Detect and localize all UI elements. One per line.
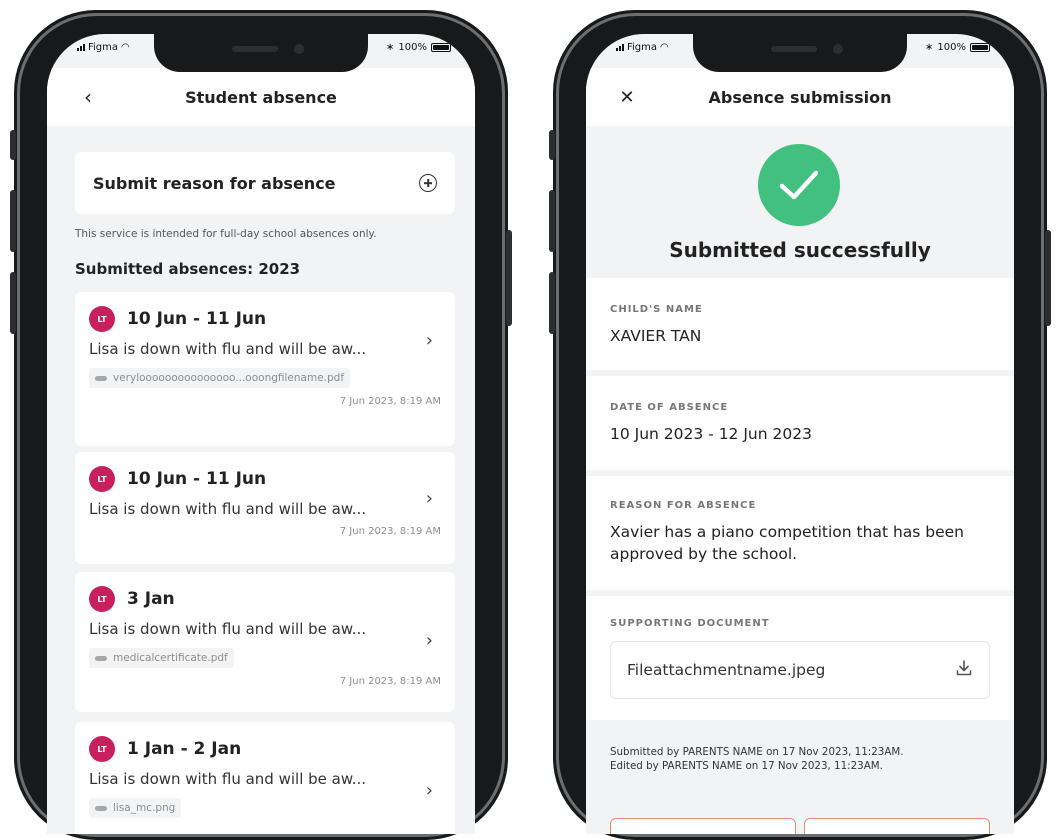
- attachment-icon: [95, 375, 107, 381]
- add-circle-icon: [419, 174, 437, 192]
- absence-dates: 1 Jan - 2 Jan: [127, 739, 242, 759]
- reason-label: REASON FOR ABSENCE: [610, 500, 757, 511]
- power-button: [506, 230, 512, 326]
- withdraw-button[interactable]: [804, 818, 990, 834]
- attachment-icon: [95, 655, 107, 661]
- power-button: [1045, 230, 1051, 326]
- left-phone-frame: Figma ◠ ∗ 100% ‹ Student absence Submit …: [10, 10, 512, 840]
- avatar: LT: [89, 306, 115, 332]
- close-icon[interactable]: ✕: [614, 84, 640, 110]
- attachment-chip: lisa_mc.png: [89, 798, 182, 818]
- absence-dates: 3 Jan: [127, 589, 175, 609]
- absence-reason: Lisa is down with flu and will be aw...: [89, 620, 367, 638]
- chevron-right-icon: ›: [425, 488, 433, 509]
- carrier-label: Figma: [627, 42, 658, 53]
- absence-card[interactable]: LT 10 Jun - 11 Jun › Lisa is down with f…: [75, 292, 455, 446]
- supporting-document-label: SUPPORTING DOCUMENT: [610, 618, 770, 629]
- absence-card[interactable]: LT 1 Jan - 2 Jan › Lisa is down with flu…: [75, 722, 455, 834]
- attachment-filename: verylooooooooooooooo...ooongfilename.pdf: [113, 372, 345, 384]
- attachment-icon: [95, 805, 107, 811]
- battery-icon: [970, 43, 990, 52]
- nav-bar: ✕ Absence submission: [586, 68, 1014, 126]
- submit-reason-card[interactable]: Submit reason for absence: [75, 152, 455, 214]
- child-name-section: CHILD'S NAME XAVIER TAN: [586, 278, 1014, 370]
- right-phone-frame: Figma ◠ ∗ 100% ✕ Absence submission Subm…: [549, 10, 1051, 840]
- page-title: Absence submission: [708, 87, 892, 107]
- wifi-icon: ◠: [660, 42, 669, 53]
- edit-button[interactable]: [610, 818, 796, 834]
- chevron-right-icon: ›: [425, 330, 433, 351]
- back-icon[interactable]: ‹: [75, 84, 101, 110]
- volume-up-button: [549, 190, 555, 252]
- attachment-filename: lisa_mc.png: [113, 802, 176, 814]
- battery-percent: 100%: [937, 42, 966, 53]
- section-heading: Submitted absences: 2023: [75, 260, 301, 278]
- download-icon[interactable]: [955, 659, 973, 681]
- success-message: Submitted successfully: [669, 238, 931, 262]
- submit-reason-label: Submit reason for absence: [93, 173, 336, 193]
- date-of-absence-section: DATE OF ABSENCE 10 Jun 2023 - 12 Jun 202…: [586, 376, 1014, 470]
- volume-up-button: [10, 190, 16, 252]
- date-of-absence-label: DATE OF ABSENCE: [610, 402, 729, 413]
- carrier-label: Figma: [88, 42, 119, 53]
- submitted-timestamp: 7 Jun 2023, 8:19 AM: [339, 396, 441, 407]
- absence-reason: Lisa is down with flu and will be aw...: [89, 340, 367, 358]
- child-name-value: XAVIER TAN: [610, 327, 702, 345]
- avatar: LT: [89, 586, 115, 612]
- mute-switch: [10, 130, 16, 160]
- attachment-chip: verylooooooooooooooo...ooongfilename.pdf: [89, 368, 351, 388]
- child-name-label: CHILD'S NAME: [610, 304, 703, 315]
- absence-card[interactable]: LT 10 Jun - 11 Jun › Lisa is down with f…: [75, 452, 455, 564]
- success-check-icon: [758, 144, 840, 226]
- bluetooth-icon: ∗: [925, 42, 934, 53]
- signal-icon: [616, 44, 624, 51]
- notch: [154, 34, 368, 72]
- document-attachment[interactable]: Fileattachmentname.jpeg: [610, 641, 990, 699]
- supporting-document-section: SUPPORTING DOCUMENT Fileattachmentname.j…: [586, 596, 1014, 720]
- attachment-chip: medicalcertificate.pdf: [89, 648, 234, 668]
- absence-reason: Lisa is down with flu and will be aw...: [89, 500, 367, 518]
- service-note: This service is intended for full-day sc…: [75, 228, 377, 240]
- submitted-timestamp: 7 Jun 2023, 8:19 AM: [339, 526, 441, 537]
- document-filename: Fileattachmentname.jpeg: [627, 661, 826, 679]
- reason-value: Xavier has a piano competition that has …: [610, 523, 965, 564]
- nav-bar: ‹ Student absence: [47, 68, 475, 126]
- edited-by-line: Edited by PARENTS NAME on 17 Nov 2023, 1…: [610, 759, 883, 772]
- wifi-icon: ◠: [121, 42, 130, 53]
- right-screen: Figma ◠ ∗ 100% ✕ Absence submission Subm…: [586, 34, 1014, 834]
- absence-dates: 10 Jun - 11 Jun: [127, 469, 267, 489]
- mute-switch: [549, 130, 555, 160]
- volume-down-button: [549, 272, 555, 334]
- signal-icon: [77, 44, 85, 51]
- submitted-by-line: Submitted by PARENTS NAME on 17 Nov 2023…: [610, 746, 904, 758]
- volume-down-button: [10, 272, 16, 334]
- date-of-absence-value: 10 Jun 2023 - 12 Jun 2023: [610, 425, 812, 443]
- avatar: LT: [89, 466, 115, 492]
- attachment-filename: medicalcertificate.pdf: [113, 652, 228, 664]
- page-title: Student absence: [185, 87, 337, 107]
- absence-reason: Lisa is down with flu and will be aw...: [89, 770, 367, 788]
- submitted-timestamp: 7 Jun 2023, 8:19 AM: [339, 676, 441, 687]
- battery-percent: 100%: [398, 42, 427, 53]
- absence-card[interactable]: LT 3 Jan › Lisa is down with flu and wil…: [75, 572, 455, 712]
- bluetooth-icon: ∗: [386, 42, 395, 53]
- chevron-right-icon: ›: [425, 780, 433, 801]
- avatar: LT: [89, 736, 115, 762]
- reason-section: REASON FOR ABSENCE Xavier has a piano co…: [586, 476, 1014, 590]
- notch: [693, 34, 907, 72]
- absence-dates: 10 Jun - 11 Jun: [127, 309, 267, 329]
- success-banner: Submitted successfully: [586, 126, 1014, 274]
- battery-icon: [431, 43, 451, 52]
- chevron-right-icon: ›: [425, 630, 433, 651]
- left-screen: Figma ◠ ∗ 100% ‹ Student absence Submit …: [47, 34, 475, 834]
- submission-log: Submitted by PARENTS NAME on 17 Nov 2023…: [586, 746, 1014, 774]
